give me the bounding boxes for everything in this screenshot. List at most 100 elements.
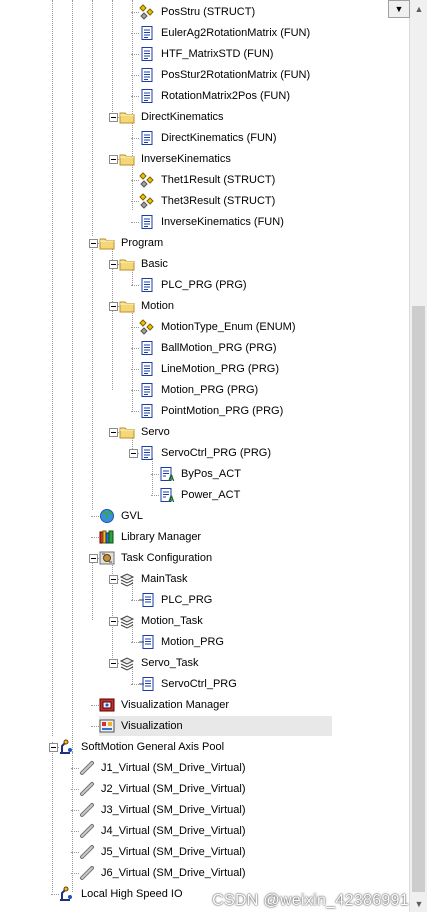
library-icon [99,529,115,545]
tree-node[interactable]: PointMotion_PRG (PRG) [139,401,285,421]
tree-connector-line [92,558,93,620]
folder-icon [119,109,135,125]
tree-node[interactable]: MotionType_Enum (ENUM) [139,317,298,337]
tree-connector-line [131,411,139,412]
task-icon [119,655,135,671]
tree-node[interactable]: PLC_PRG [139,590,214,610]
struct-icon [139,4,155,20]
tree-node[interactable]: PosStur2RotationMatrix (FUN) [139,65,312,85]
tree-node[interactable]: SoftMotion General Axis Pool [59,737,226,757]
tree-node[interactable]: DirectKinematics (FUN) [139,128,279,148]
tree-node[interactable]: J5_Virtual (SM_Drive_Virtual) [79,842,247,862]
tree-node-label: Power_ACT [181,489,241,501]
device-tree[interactable]: PosStru (STRUCT) EulerAg2RotationMatrix (… [0,0,409,912]
scroll-up-arrow-icon[interactable]: ▲ [410,0,427,17]
axis-pool-icon [59,886,75,902]
collapse-toggle-icon[interactable] [109,302,118,311]
folder-icon [119,298,135,314]
tree-node[interactable]: A ByPos_ACT [159,464,243,484]
tree-node-label: LineMotion_PRG (PRG) [161,363,279,375]
tree-connector-line [112,0,113,120]
dropdown-arrow-icon[interactable]: ▼ [388,0,410,18]
tree-node[interactable]: Thet1Result (STRUCT) [139,170,277,190]
tree-node[interactable]: Servo_Task [119,653,200,673]
tree-node-label: J4_Virtual (SM_Drive_Virtual) [101,825,246,837]
globe-icon [99,508,115,524]
tree-node[interactable]: J6_Virtual (SM_Drive_Virtual) [79,863,247,883]
tree-connector-line [131,222,139,223]
tree-node[interactable]: Motion [119,296,176,316]
tree-connector-line [71,768,79,769]
tree-node[interactable]: InverseKinematics [119,149,233,169]
tree-node[interactable]: Library Manager [99,527,203,547]
collapse-toggle-icon[interactable] [49,743,58,752]
tree-node-label: EulerAg2RotationMatrix (FUN) [161,27,311,39]
function-icon [139,130,155,146]
tree-connector-line [91,516,99,517]
tree-node[interactable]: ServoCtrl_PRG (PRG) [139,443,273,463]
tree-node[interactable]: Basic [119,254,170,274]
tree-node[interactable]: Visualization [99,716,332,736]
collapse-toggle-icon[interactable] [89,239,98,248]
tree-node[interactable]: PosStru (STRUCT) [139,2,257,22]
vertical-scrollbar[interactable]: ▲ ▼ [409,0,427,912]
tree-node[interactable]: DirectKinematics [119,107,226,127]
scrollbar-thumb[interactable] [412,306,425,892]
tree-node[interactable]: Motion_PRG (PRG) [139,380,260,400]
tree-connector-line [71,852,79,853]
collapse-toggle-icon[interactable] [109,260,118,269]
tree-node[interactable]: MainTask [119,569,189,589]
collapse-toggle-icon[interactable] [89,554,98,563]
tree-connector-line [51,894,59,895]
tree-node[interactable]: J2_Virtual (SM_Drive_Virtual) [79,779,247,799]
tree-node[interactable]: Motion_PRG [139,632,226,652]
tree-node[interactable]: Task Configuration [99,548,214,568]
tree-node[interactable]: PLC_PRG (PRG) [139,275,249,295]
tree-node[interactable]: Program [99,233,165,253]
tree-node[interactable]: LineMotion_PRG (PRG) [139,359,281,379]
tree-node[interactable]: J4_Virtual (SM_Drive_Virtual) [79,821,247,841]
tree-node[interactable]: HTF_MatrixSTD (FUN) [139,44,275,64]
tree-node[interactable]: Local High Speed IO [59,884,185,904]
tree-node-label: DirectKinematics [141,111,224,123]
folder-icon [119,256,135,272]
program-icon [139,340,155,356]
tree-node-label: PosStru (STRUCT) [161,6,256,18]
collapse-toggle-icon[interactable] [109,659,118,668]
tree-node[interactable]: EulerAg2RotationMatrix (FUN) [139,23,312,43]
collapse-toggle-icon[interactable] [109,428,118,437]
tree-connector-line [131,642,139,643]
collapse-toggle-icon[interactable] [109,113,118,122]
tree-node-label: Local High Speed IO [81,888,183,900]
tree-connector-line [131,180,139,181]
folder-icon [119,151,135,167]
collapse-toggle-icon[interactable] [129,449,138,458]
tree-node[interactable]: J3_Virtual (SM_Drive_Virtual) [79,800,247,820]
tree-node[interactable]: ServoCtrl_PRG [139,674,239,694]
collapse-toggle-icon[interactable] [109,617,118,626]
tree-node[interactable]: Motion_Task [119,611,205,631]
tree-connector-line [131,96,139,97]
tree-connector-line [131,285,139,286]
function-icon [139,67,155,83]
tree-node[interactable]: RotationMatrix2Pos (FUN) [139,86,292,106]
tree-node-label: RotationMatrix2Pos (FUN) [161,90,290,102]
tree-node[interactable]: InverseKinematics (FUN) [139,212,286,232]
tree-node[interactable]: A Power_ACT [159,485,242,505]
tree-node[interactable]: Servo [119,422,172,442]
tree-connector-line [92,0,93,236]
tree-connector-line [52,0,53,736]
tree-node[interactable]: J1_Virtual (SM_Drive_Virtual) [79,758,247,778]
tree-node[interactable]: Thet3Result (STRUCT) [139,191,277,211]
program-icon [139,277,155,293]
tree-node-label: DirectKinematics (FUN) [161,132,277,144]
function-icon [139,88,155,104]
tree-node-label: PointMotion_PRG (PRG) [161,405,284,417]
tree-node[interactable]: BallMotion_PRG (PRG) [139,338,279,358]
collapse-toggle-icon[interactable] [109,575,118,584]
tree-connector-line [91,537,99,538]
tree-node[interactable]: Visualization Manager [99,695,231,715]
tree-node[interactable]: GVL [99,506,145,526]
collapse-toggle-icon[interactable] [109,155,118,164]
scroll-down-arrow-icon[interactable]: ▼ [410,895,427,912]
